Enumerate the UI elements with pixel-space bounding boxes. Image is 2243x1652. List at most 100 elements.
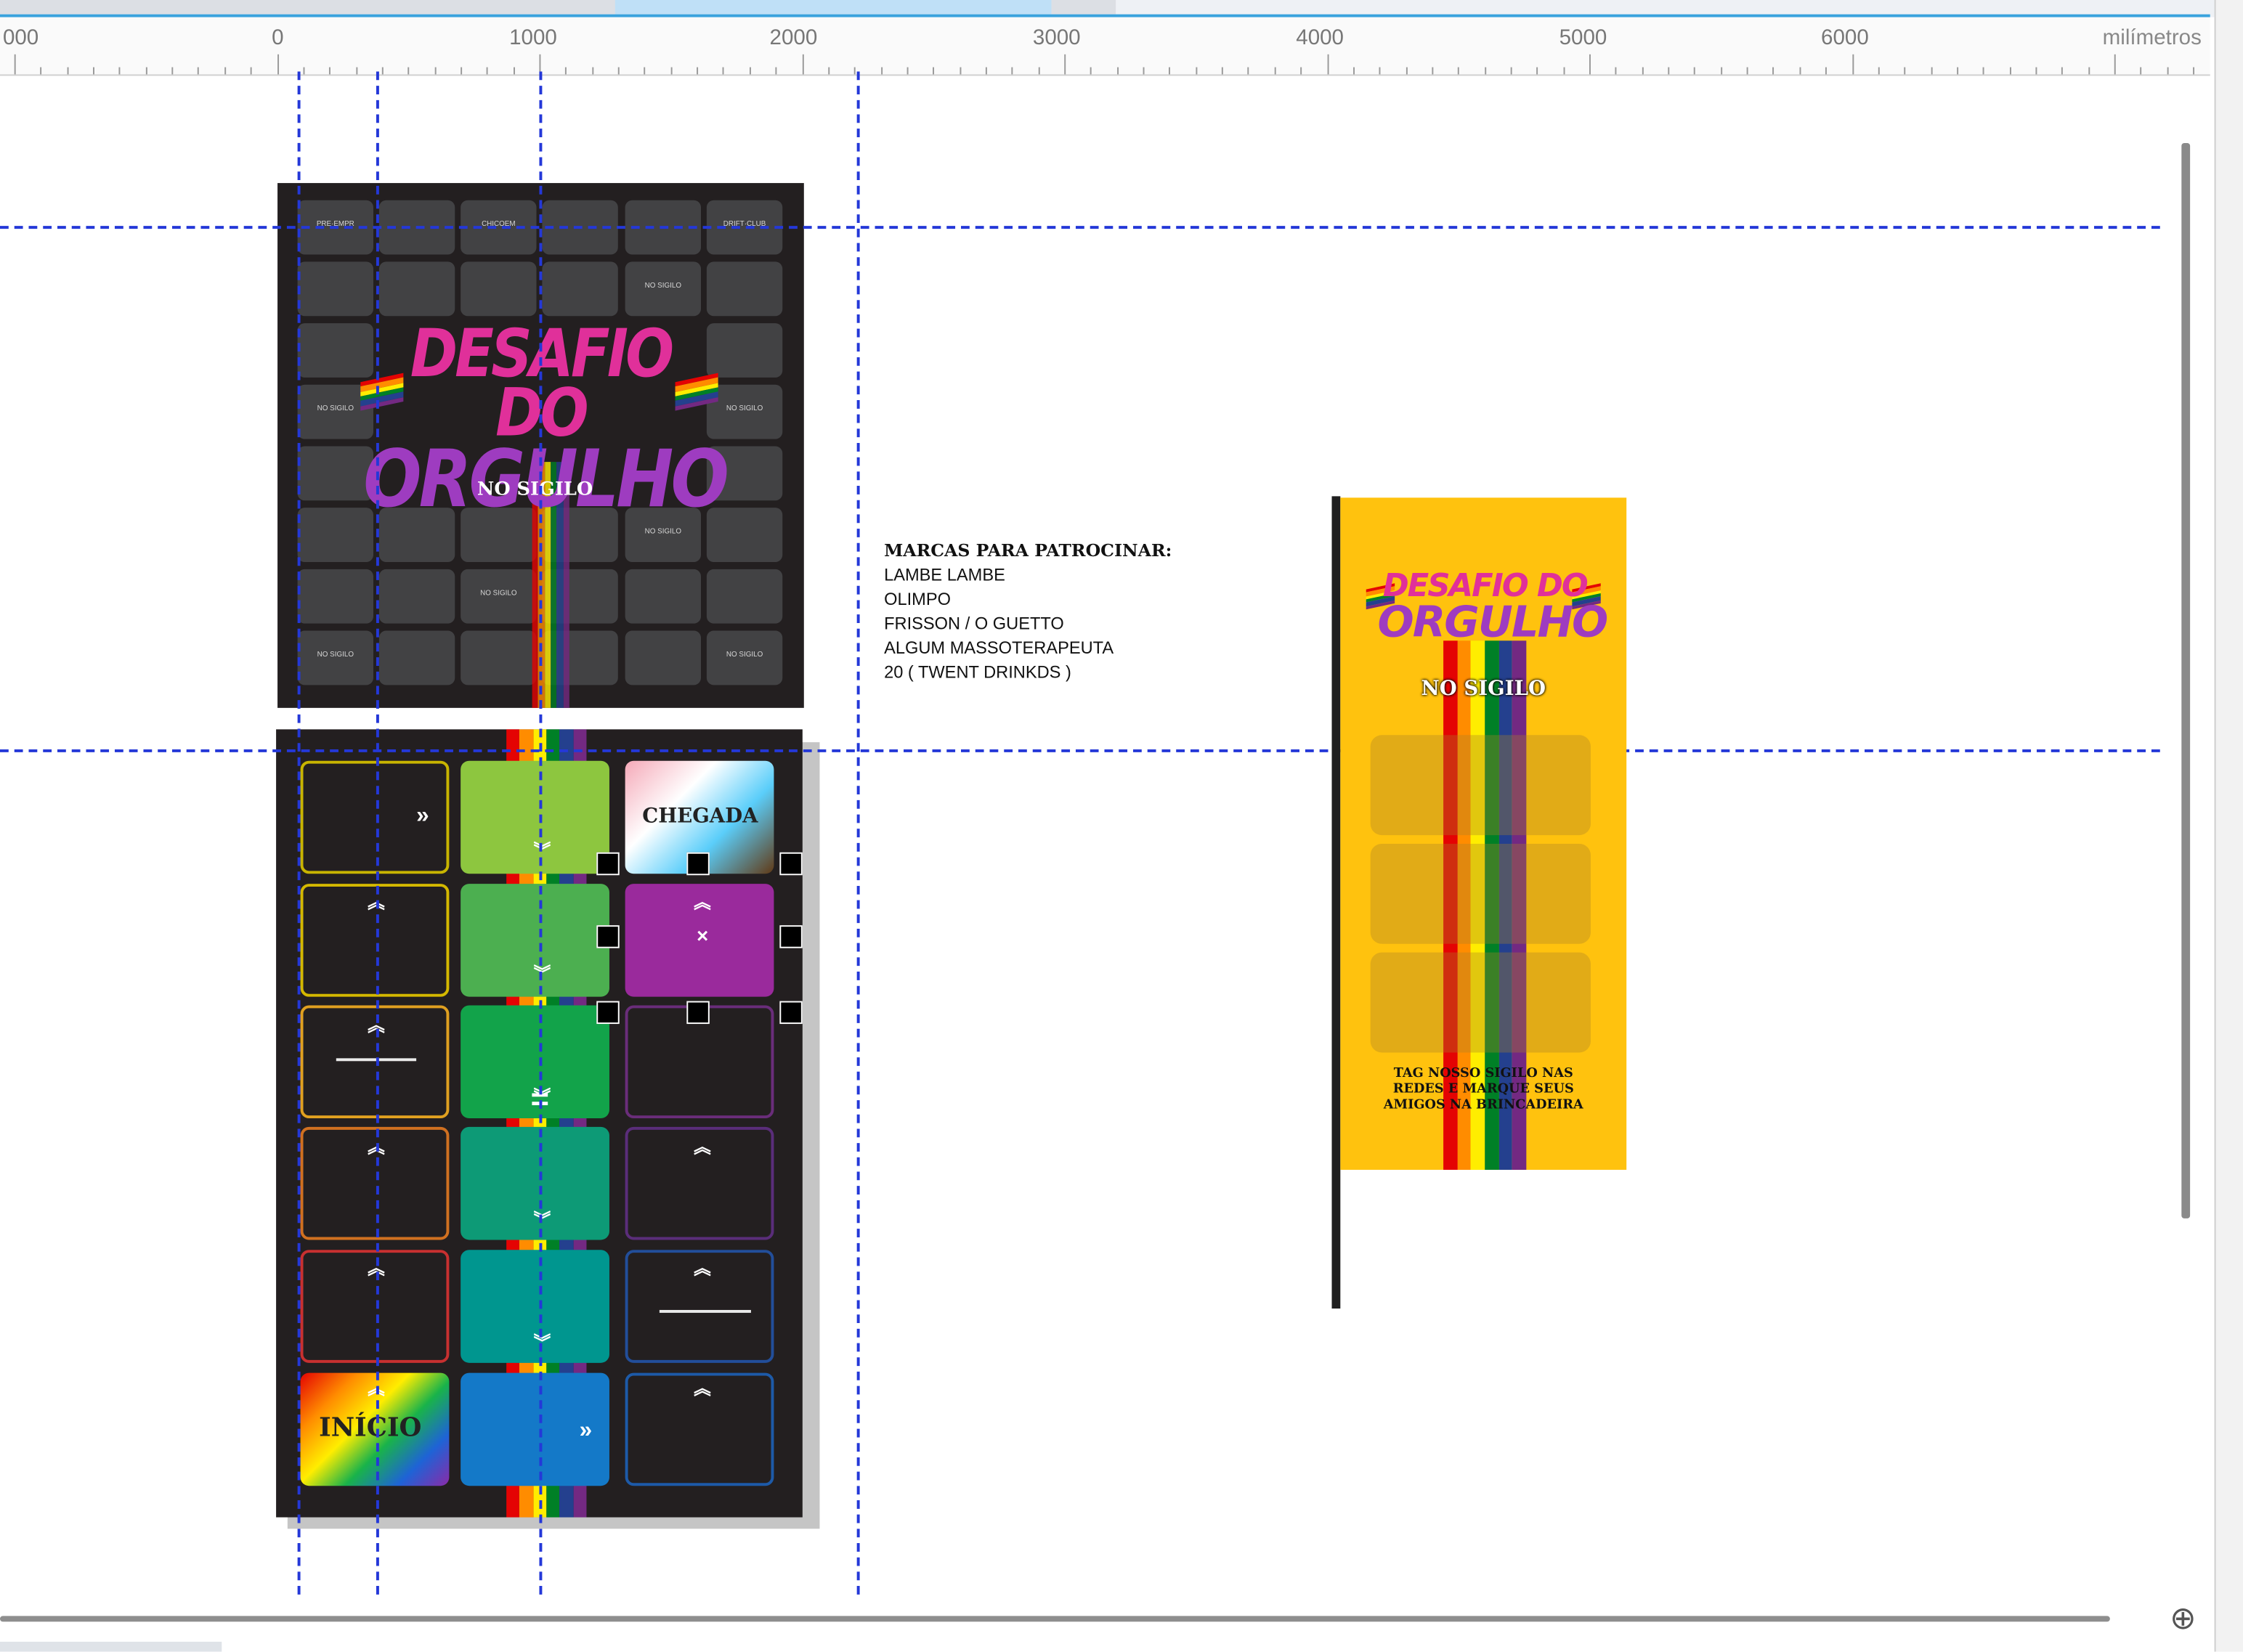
vertical-guideline[interactable] xyxy=(297,71,301,1595)
horizontal-guideline[interactable] xyxy=(0,226,2160,229)
ruler-tick xyxy=(1642,67,1644,75)
board-cell-label: NO SIGILO xyxy=(644,281,681,290)
ruler-tick xyxy=(1274,67,1276,75)
ruler-label: 1000 xyxy=(509,25,557,50)
ruler-tick xyxy=(617,67,620,75)
ruler-tick xyxy=(1851,54,1854,75)
arrow-up-icon: ︽ xyxy=(694,1136,711,1157)
ruler-tick xyxy=(1536,67,1538,75)
vertical-guideline[interactable] xyxy=(539,71,543,1595)
selection-handle[interactable] xyxy=(779,925,803,948)
ruler-tick xyxy=(1326,54,1329,75)
ruler-tick xyxy=(1090,67,1092,75)
board-cell xyxy=(297,323,374,378)
ruler-tick xyxy=(565,67,567,75)
logo-subtitle: NO SIGILO xyxy=(476,479,593,501)
board-cell: NO SIGILO xyxy=(297,630,374,685)
ruler-tick xyxy=(1746,67,1748,75)
notes-title: MARCAS PARA PATROCINAR: xyxy=(884,540,1172,561)
horizontal-scrollbar[interactable] xyxy=(0,1616,2110,1622)
docker-panel-edge[interactable] xyxy=(2214,0,2243,1652)
board-cell xyxy=(378,630,455,685)
banner-panel xyxy=(1370,952,1591,1053)
ruler-tick xyxy=(1300,67,1302,75)
wind-banner[interactable]: DESAFIO DO ORGULHO NO SIGILO TAG NOSSO S… xyxy=(1340,497,1627,1170)
ruler-tick xyxy=(644,67,646,75)
ruler-tick xyxy=(1458,67,1460,75)
ruler-tick xyxy=(591,67,593,75)
board-cell-label: NO SIGILO xyxy=(726,651,763,659)
vertical-guideline[interactable] xyxy=(856,71,860,1595)
ruler-label: 0 xyxy=(272,25,284,50)
selection-handle[interactable] xyxy=(596,852,620,876)
ruler-tick xyxy=(1169,67,1171,75)
ruler-tick xyxy=(723,67,725,75)
ruler-unit-label: milímetros xyxy=(2102,25,2202,50)
banner-footer-text: TAG NOSSO SIGILO NAS REDES E MARQUE SEUS… xyxy=(1383,1067,1583,1113)
vertical-guideline[interactable] xyxy=(376,71,379,1595)
selection-handle[interactable] xyxy=(596,1001,620,1025)
ruler-tick xyxy=(1011,67,1013,75)
board-cell xyxy=(378,261,455,317)
notes-line: LAMBE LAMBE xyxy=(884,564,1005,585)
arrow-down-icon: ︾ xyxy=(533,964,551,984)
horizontal-ruler[interactable]: 000 0 1000 2000 3000 4000 5000 6000 milí… xyxy=(0,14,2221,76)
selection-handle[interactable] xyxy=(686,1001,710,1025)
zoom-icon[interactable]: ⊕ xyxy=(2163,1599,2203,1639)
close-icon: × xyxy=(697,924,709,947)
ruler-tick xyxy=(93,67,95,75)
ruler-tick xyxy=(670,67,673,75)
arrow-down-icon: ︾ xyxy=(533,1086,551,1107)
ruler-tick xyxy=(2088,67,2090,75)
ruler-tick xyxy=(2114,54,2116,75)
status-bar-segment xyxy=(0,1641,222,1652)
ruler-tick xyxy=(880,67,883,75)
selection-handle[interactable] xyxy=(779,852,803,876)
ruler-tick xyxy=(1904,67,1906,75)
arrow-up-icon: ︽ xyxy=(694,1378,711,1399)
arrow-down-icon: ︾ xyxy=(533,1210,551,1230)
ruler-tick xyxy=(827,67,830,75)
arrow-down-icon: ︾ xyxy=(533,1332,551,1354)
vertical-scrollbar[interactable] xyxy=(2181,142,2191,1218)
ruler-tick xyxy=(1379,67,1381,75)
ruler-tick xyxy=(198,67,200,75)
ruler-tick xyxy=(1406,67,1407,75)
ruler-tick xyxy=(303,67,305,75)
ruler-tick xyxy=(40,67,42,75)
board-cell xyxy=(625,630,702,685)
ruler-tick xyxy=(2061,67,2064,75)
board-cell-label: NO SIGILO xyxy=(726,404,763,414)
board-cell-label: NO SIGILO xyxy=(317,651,354,659)
sponsor-notes[interactable]: MARCAS PARA PATROCINAR: LAMBE LAMBE OLIM… xyxy=(884,540,1256,685)
banner-panel xyxy=(1370,735,1591,836)
ruler-label: 4000 xyxy=(1296,25,1344,50)
ruler-tick xyxy=(145,67,147,75)
selection-handle[interactable] xyxy=(779,1001,803,1025)
ruler-tick xyxy=(461,67,462,75)
ruler-label: 2000 xyxy=(769,25,818,50)
board-cell: NO SIGILO xyxy=(706,630,783,685)
ruler-tick xyxy=(355,67,357,75)
arrow-right-icon: » xyxy=(579,1418,593,1444)
board-cell xyxy=(461,630,537,685)
board-cell-label: NO SIGILO xyxy=(644,527,681,537)
ruler-tick xyxy=(277,54,279,75)
ruler-tick xyxy=(1352,67,1355,75)
ruler-tick xyxy=(1825,67,1828,75)
selection-handle[interactable] xyxy=(686,852,710,876)
notes-line: OLIMPO xyxy=(884,589,952,609)
selection-handle[interactable] xyxy=(596,925,620,948)
minus-icon xyxy=(659,1309,751,1313)
ruler-tick xyxy=(1694,67,1696,75)
board-cell xyxy=(297,569,374,624)
ruler-tick xyxy=(1878,67,1880,75)
notes-line: 20 ( TWENT DRINKDS ) xyxy=(884,662,1071,683)
app-window: 000 0 1000 2000 3000 4000 5000 6000 milí… xyxy=(0,0,2243,1652)
ruler-tick xyxy=(1484,67,1486,75)
ruler-tick xyxy=(854,67,856,75)
ruler-tick xyxy=(14,54,16,75)
ruler-tick xyxy=(2009,67,2011,75)
horizontal-guideline[interactable] xyxy=(0,749,2160,752)
top-scroll-thumb[interactable] xyxy=(615,0,1052,15)
